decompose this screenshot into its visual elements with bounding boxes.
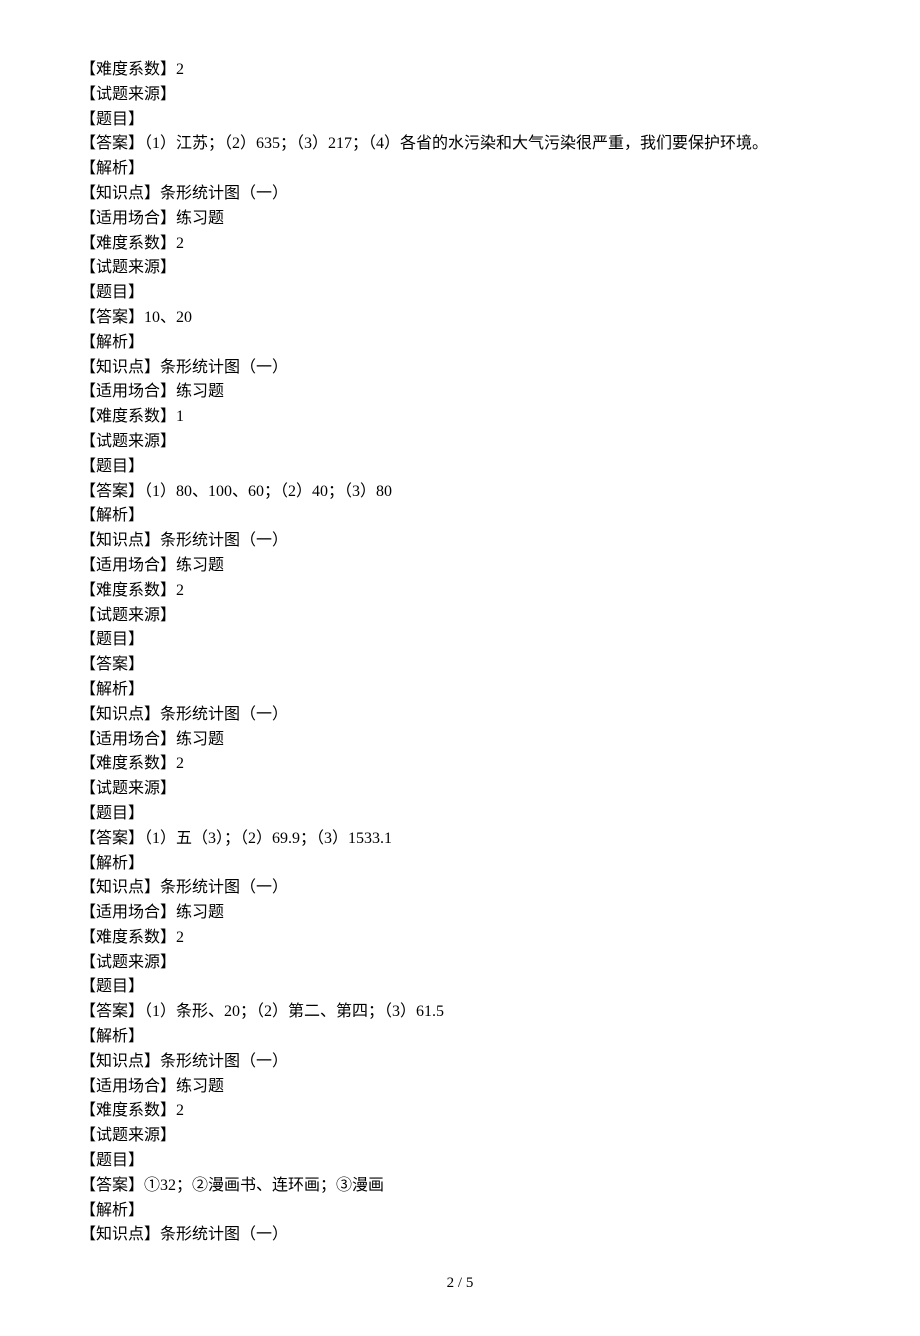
text-line: 【适用场合】练习题 [80, 901, 840, 926]
text-line: 【题目】 [80, 455, 840, 480]
text-line: 【知识点】条形统计图（一） [80, 529, 840, 554]
text-line: 【答案】（1）江苏；（2）635；（3）217；（4）各省的水污染和大气污染很严… [80, 132, 840, 157]
text-line: 【适用场合】练习题 [80, 554, 840, 579]
text-line: 【适用场合】练习题 [80, 728, 840, 753]
text-line: 【难度系数】2 [80, 1099, 840, 1124]
text-line: 【知识点】条形统计图（一） [80, 876, 840, 901]
text-line: 【知识点】条形统计图（一） [80, 1223, 840, 1248]
text-line: 【难度系数】2 [80, 926, 840, 951]
text-line: 【试题来源】 [80, 777, 840, 802]
text-line: 【试题来源】 [80, 83, 840, 108]
text-line: 【解析】 [80, 157, 840, 182]
text-line: 【解析】 [80, 504, 840, 529]
text-line: 【解析】 [80, 1025, 840, 1050]
text-line: 【试题来源】 [80, 604, 840, 629]
text-line: 【试题来源】 [80, 256, 840, 281]
text-line: 【答案】（1）五（3）；（2）69.9；（3）1533.1 [80, 827, 840, 852]
text-line: 【解析】 [80, 1199, 840, 1224]
text-line: 【题目】 [80, 975, 840, 1000]
text-line: 【难度系数】1 [80, 405, 840, 430]
text-line: 【答案】10、20 [80, 306, 840, 331]
text-line: 【题目】 [80, 1149, 840, 1174]
text-line: 【题目】 [80, 802, 840, 827]
text-line: 【试题来源】 [80, 951, 840, 976]
text-line: 【答案】①32；②漫画书、连环画；③漫画 [80, 1174, 840, 1199]
text-line: 【难度系数】2 [80, 232, 840, 257]
text-line: 【适用场合】练习题 [80, 380, 840, 405]
text-line: 【知识点】条形统计图（一） [80, 356, 840, 381]
text-line: 【题目】 [80, 108, 840, 133]
text-line: 【答案】（1）条形、20；（2）第二、第四；（3）61.5 [80, 1000, 840, 1025]
text-line: 【难度系数】2 [80, 579, 840, 604]
text-line: 【答案】（1）80、100、60；（2）40；（3）80 [80, 480, 840, 505]
text-line: 【解析】 [80, 678, 840, 703]
text-line: 【知识点】条形统计图（一） [80, 1050, 840, 1075]
text-line: 【适用场合】练习题 [80, 207, 840, 232]
page-number: 2 / 5 [80, 1272, 840, 1295]
text-line: 【解析】 [80, 852, 840, 877]
text-line: 【难度系数】2 [80, 752, 840, 777]
document-body: 【难度系数】2【试题来源】【题目】【答案】（1）江苏；（2）635；（3）217… [80, 58, 840, 1248]
text-line: 【试题来源】 [80, 1124, 840, 1149]
text-line: 【答案】 [80, 653, 840, 678]
text-line: 【试题来源】 [80, 430, 840, 455]
text-line: 【知识点】条形统计图（一） [80, 182, 840, 207]
text-line: 【题目】 [80, 628, 840, 653]
text-line: 【题目】 [80, 281, 840, 306]
text-line: 【难度系数】2 [80, 58, 840, 83]
text-line: 【解析】 [80, 331, 840, 356]
text-line: 【知识点】条形统计图（一） [80, 703, 840, 728]
page-content: 【难度系数】2【试题来源】【题目】【答案】（1）江苏；（2）635；（3）217… [0, 0, 920, 1336]
text-line: 【适用场合】练习题 [80, 1075, 840, 1100]
